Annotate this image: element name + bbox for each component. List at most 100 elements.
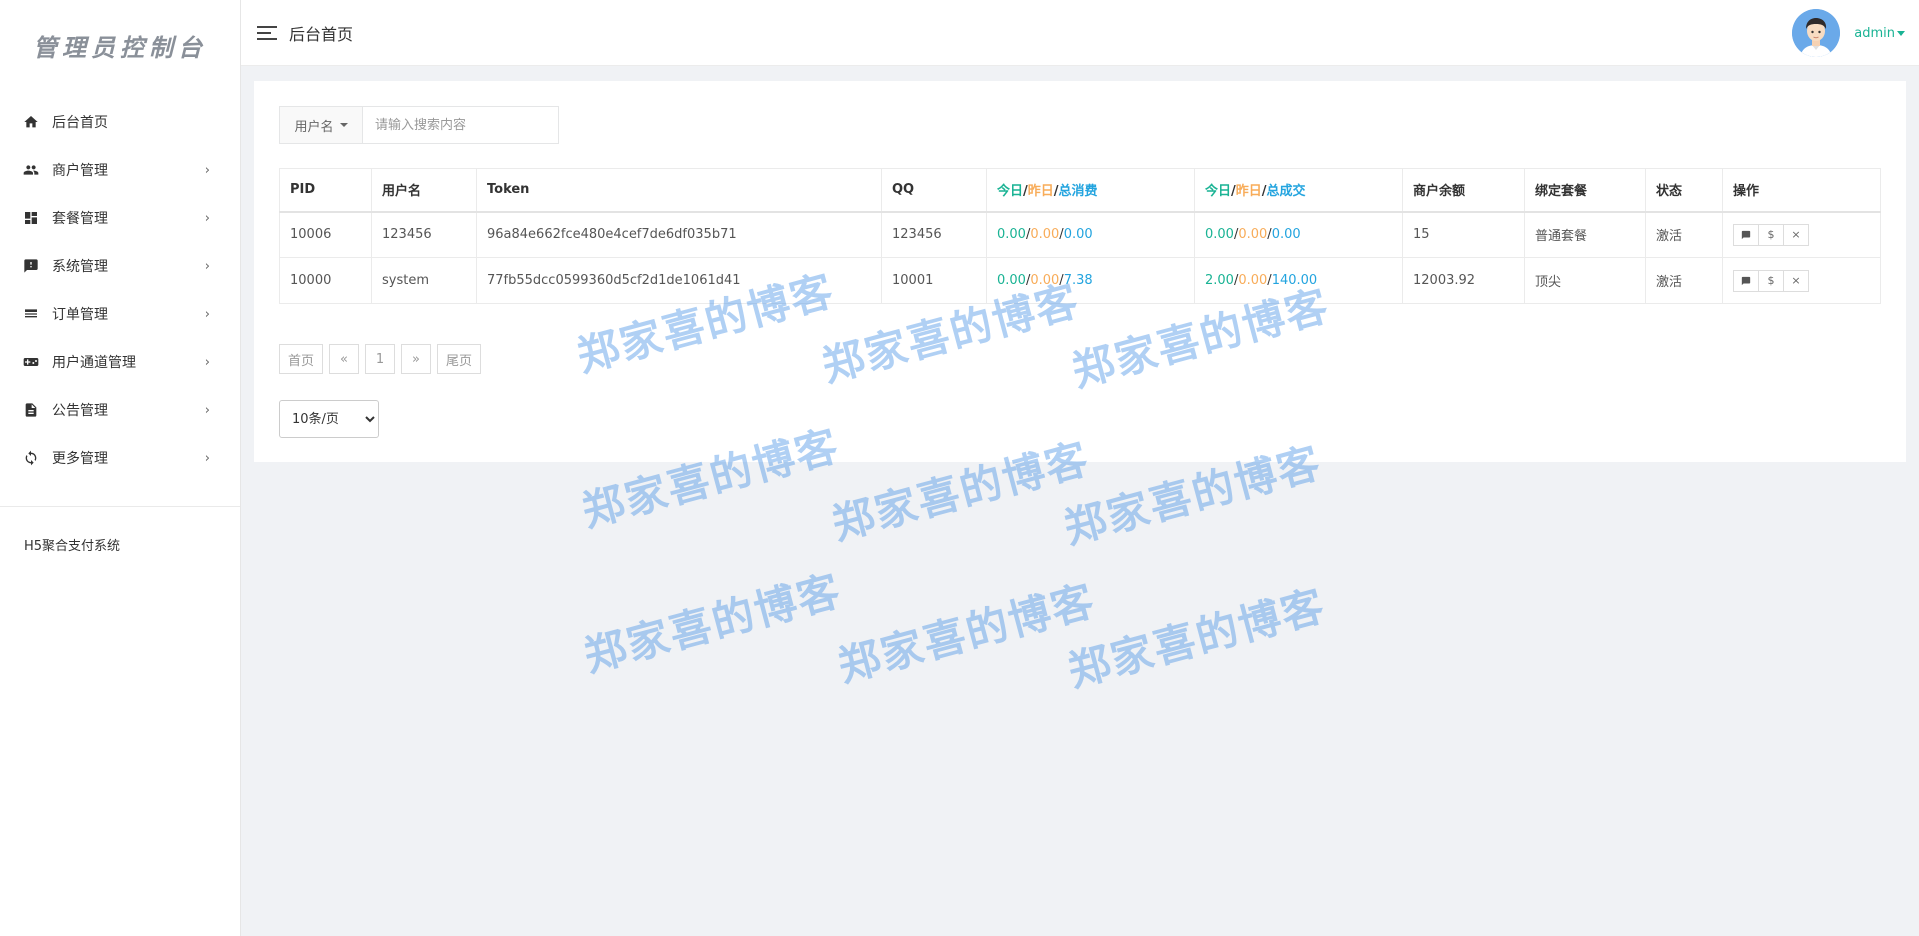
col-status: 状态 bbox=[1645, 168, 1723, 213]
sidebar-item-label: 后台首页 bbox=[52, 115, 108, 131]
cell-username: 123456 bbox=[371, 211, 477, 258]
col-actions: 操作 bbox=[1722, 168, 1881, 213]
cell-qq: 10001 bbox=[881, 257, 987, 304]
home-icon bbox=[22, 113, 40, 131]
avatar[interactable] bbox=[1792, 9, 1841, 57]
table-header-row: PID 用户名 Token QQ 今日/昨日/总消费 今日/昨日/总成交 商户余… bbox=[279, 168, 1881, 213]
sidebar-item-label: 更多管理 bbox=[52, 451, 108, 467]
cell-status: 激活 bbox=[1645, 257, 1723, 304]
money-button[interactable]: $ bbox=[1758, 269, 1784, 292]
message-icon bbox=[1741, 230, 1751, 239]
cell-plan: 普通套餐 bbox=[1524, 211, 1646, 258]
logo: 管理员控制台 bbox=[33, 32, 207, 62]
chevron-right-icon: › bbox=[204, 354, 210, 370]
caret-down-icon bbox=[339, 123, 348, 127]
chevron-right-icon: › bbox=[204, 450, 210, 466]
sidebar-item-orders[interactable]: 订单管理 › bbox=[0, 290, 240, 338]
users-icon bbox=[22, 161, 40, 179]
message-button[interactable] bbox=[1733, 223, 1759, 246]
cell-actions: $ × bbox=[1722, 211, 1881, 258]
page-size-select[interactable]: 10条/页 bbox=[279, 400, 379, 438]
col-token: Token bbox=[476, 168, 882, 213]
sidebar-item-merchants[interactable]: 商户管理 › bbox=[0, 146, 240, 194]
sidebar-item-label: 公告管理 bbox=[52, 403, 108, 419]
col-consume: 今日/昨日/总消费 bbox=[986, 168, 1195, 213]
col-plan: 绑定套餐 bbox=[1524, 168, 1646, 213]
col-pid: PID bbox=[279, 168, 372, 213]
chevron-right-icon: › bbox=[204, 258, 210, 274]
first-page-button[interactable]: 首页 bbox=[279, 344, 324, 374]
cell-status: 激活 bbox=[1645, 211, 1723, 258]
sidebar-item-label: 套餐管理 bbox=[52, 211, 108, 227]
cell-balance: 15 bbox=[1402, 211, 1525, 258]
refresh-icon bbox=[22, 449, 40, 467]
top-header: 后台首页 admin bbox=[241, 0, 1919, 66]
sidebar-nav: 后台首页 商户管理 › 套餐管理 › 系统管理 › 订单管理 › 用户通道管理 … bbox=[0, 90, 240, 482]
chevron-right-icon: › bbox=[204, 162, 210, 178]
sidebar-item-label: 订单管理 bbox=[52, 307, 108, 323]
sidebar-item-label: 商户管理 bbox=[52, 163, 108, 179]
merchant-table: PID 用户名 Token QQ 今日/昨日/总消费 今日/昨日/总成交 商户余… bbox=[279, 168, 1881, 304]
search-input[interactable] bbox=[363, 106, 559, 144]
menu-toggle-icon[interactable] bbox=[257, 22, 277, 44]
sidebar-item-label: 用户通道管理 bbox=[52, 355, 136, 371]
last-page-button[interactable]: 尾页 bbox=[437, 344, 482, 374]
table-row: 10006 123456 96a84e662fce480e4cef7de6df0… bbox=[279, 211, 1881, 258]
cell-token: 77fb55dcc0599360d5cf2d1de1061d41 bbox=[476, 257, 882, 304]
cell-username: system bbox=[371, 257, 477, 304]
caret-down-icon bbox=[1897, 30, 1905, 36]
cell-consume: 0.00/0.00/0.00 bbox=[986, 211, 1195, 258]
system-name: H5聚合支付系统 bbox=[24, 539, 121, 554]
cell-trade: 0.00/0.00/0.00 bbox=[1194, 211, 1403, 258]
delete-button[interactable]: × bbox=[1783, 269, 1809, 292]
watermark-text: 郑家喜的博客 bbox=[578, 565, 847, 682]
table-row: 10000 system 77fb55dcc0599360d5cf2d1de10… bbox=[279, 257, 1881, 304]
delete-button[interactable]: × bbox=[1783, 223, 1809, 246]
chevron-right-icon: › bbox=[204, 402, 210, 418]
cell-pid: 10000 bbox=[279, 257, 372, 304]
watermark-text: 郑家喜的博客 bbox=[1062, 580, 1331, 697]
col-balance: 商户余额 bbox=[1402, 168, 1525, 213]
cell-pid: 10006 bbox=[279, 211, 372, 258]
current-page-button[interactable]: 1 bbox=[365, 344, 396, 374]
search-field-select[interactable]: 用户名 bbox=[279, 106, 363, 144]
user-dropdown[interactable]: admin bbox=[1854, 26, 1905, 41]
content-panel: 用户名 PID 用户名 Token QQ 今日/昨日/总消费 今日/昨日/总成交… bbox=[254, 81, 1906, 462]
sidebar-item-label: 系统管理 bbox=[52, 259, 108, 275]
document-icon bbox=[22, 401, 40, 419]
sidebar-item-home[interactable]: 后台首页 bbox=[0, 98, 240, 146]
cell-qq: 123456 bbox=[881, 211, 987, 258]
col-qq: QQ bbox=[881, 168, 987, 213]
user-menu: admin bbox=[1792, 9, 1905, 57]
cell-balance: 12003.92 bbox=[1402, 257, 1525, 304]
chevron-right-icon: › bbox=[204, 306, 210, 322]
col-username: 用户名 bbox=[371, 168, 477, 213]
cell-actions: $ × bbox=[1722, 257, 1881, 304]
sidebar-item-announcements[interactable]: 公告管理 › bbox=[0, 386, 240, 434]
cell-token: 96a84e662fce480e4cef7de6df035b71 bbox=[476, 211, 882, 258]
username: admin bbox=[1854, 25, 1895, 41]
search-field-label: 用户名 bbox=[294, 119, 334, 135]
sidebar-item-user-channels[interactable]: 用户通道管理 › bbox=[0, 338, 240, 386]
message-button[interactable] bbox=[1733, 269, 1759, 292]
watermark-text: 郑家喜的博客 bbox=[832, 575, 1101, 692]
chevron-right-icon: › bbox=[204, 210, 210, 226]
sidebar: 管理员控制台 后台首页 商户管理 › 套餐管理 › 系统管理 › 订单管理 › bbox=[0, 0, 241, 936]
list-icon bbox=[22, 305, 40, 323]
next-page-button[interactable]: » bbox=[401, 344, 432, 374]
sidebar-item-more[interactable]: 更多管理 › bbox=[0, 434, 240, 482]
money-button[interactable]: $ bbox=[1758, 223, 1784, 246]
sidebar-item-system[interactable]: 系统管理 › bbox=[0, 242, 240, 290]
col-trade: 今日/昨日/总成交 bbox=[1194, 168, 1403, 213]
gamepad-icon bbox=[22, 353, 40, 371]
cell-consume: 0.00/0.00/7.38 bbox=[986, 257, 1195, 304]
feedback-icon bbox=[22, 257, 40, 275]
cell-trade: 2.00/0.00/140.00 bbox=[1194, 257, 1403, 304]
cell-plan: 顶尖 bbox=[1524, 257, 1646, 304]
message-icon bbox=[1741, 276, 1751, 285]
prev-page-button[interactable]: « bbox=[329, 344, 360, 374]
sidebar-item-plans[interactable]: 套餐管理 › bbox=[0, 194, 240, 242]
dashboard-icon bbox=[22, 209, 40, 227]
search-bar: 用户名 bbox=[279, 106, 559, 144]
pagination: 首页 « 1 » 尾页 bbox=[279, 344, 487, 374]
